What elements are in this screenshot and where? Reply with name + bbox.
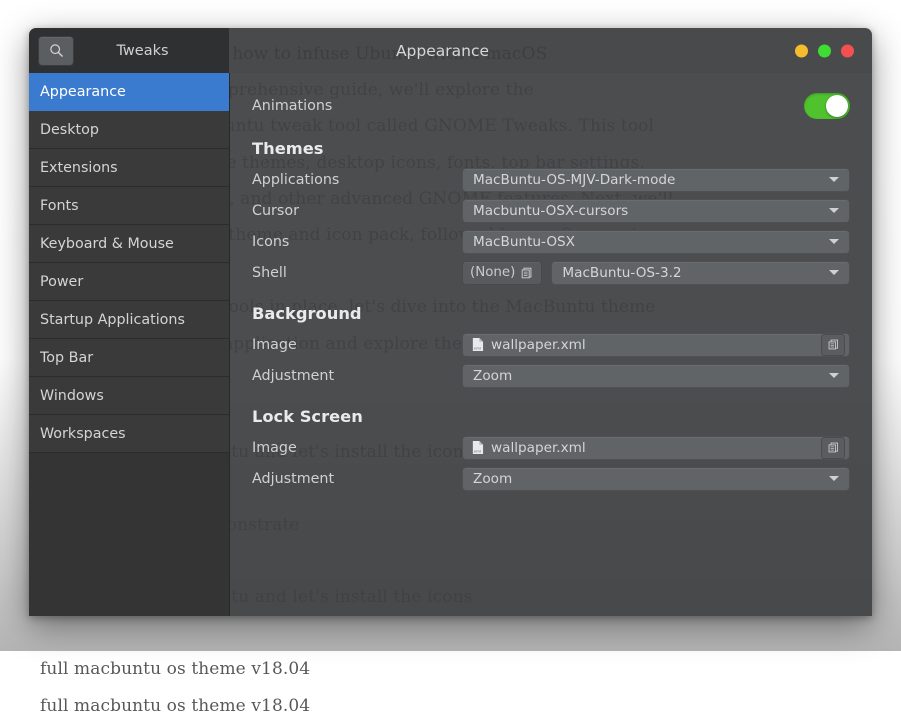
sidebar-item-top-bar[interactable]: Top Bar: [29, 339, 229, 377]
documents-icon: [827, 338, 840, 351]
row-animations: Animations: [252, 89, 850, 123]
documents-icon: [520, 266, 534, 280]
close-button[interactable]: [841, 44, 854, 57]
svg-text:xml: xml: [474, 449, 481, 454]
chevron-down-icon: [829, 270, 839, 275]
lockscreen-image-documents-button[interactable]: [821, 436, 845, 459]
sidebar-item-label: Extensions: [40, 159, 118, 176]
sidebar: Appearance Desktop Extensions Fonts Keyb…: [29, 73, 230, 616]
background-image-filechooser[interactable]: xml wallpaper.xml: [462, 332, 850, 357]
section-heading-lock-screen: Lock Screen: [252, 407, 363, 426]
background-image-label: Image: [252, 336, 297, 353]
chevron-down-icon: [829, 239, 839, 244]
xml-file-icon: xml: [471, 337, 484, 352]
sidebar-item-extensions[interactable]: Extensions: [29, 149, 229, 187]
cursor-theme-value: Macbuntu-OSX-cursors: [473, 202, 629, 219]
icons-label: Icons: [252, 233, 290, 250]
sidebar-item-windows[interactable]: Windows: [29, 377, 229, 415]
sidebar-item-label: Desktop: [40, 121, 99, 138]
lockscreen-image-label: Image: [252, 439, 297, 456]
sidebar-empty-area: [29, 453, 229, 616]
background-image-documents-button[interactable]: [821, 333, 845, 356]
applications-theme-value: MacBuntu-OS-MJV-Dark-mode: [473, 171, 676, 188]
xml-file-icon: xml: [471, 440, 484, 455]
lockscreen-adjustment-label: Adjustment: [252, 470, 335, 487]
sidebar-item-label: Appearance: [40, 83, 126, 100]
window-controls: [795, 44, 854, 57]
sidebar-item-label: Power: [40, 273, 84, 290]
sidebar-item-label: Startup Applications: [40, 311, 185, 328]
lockscreen-image-filechooser[interactable]: xml wallpaper.xml: [462, 435, 850, 460]
row-lockscreen-adjustment: Adjustment Zoom: [252, 463, 850, 494]
sidebar-item-keyboard-and-mouse[interactable]: Keyboard & Mouse: [29, 225, 229, 263]
maximize-button[interactable]: [818, 44, 831, 57]
settings-content: Animations Themes Applications MacBuntu-…: [230, 73, 872, 616]
shell-theme-value: MacBuntu-OS-3.2: [562, 264, 682, 281]
sidebar-item-label: Top Bar: [40, 349, 94, 366]
sidebar-title: Tweaks: [116, 42, 169, 59]
cursor-theme-dropdown[interactable]: Macbuntu-OSX-cursors: [462, 198, 850, 223]
cursor-label: Cursor: [252, 202, 299, 219]
sidebar-item-power[interactable]: Power: [29, 263, 229, 301]
lockscreen-image-value: wallpaper.xml: [491, 439, 586, 456]
sidebar-item-desktop[interactable]: Desktop: [29, 111, 229, 149]
sidebar-item-startup-applications[interactable]: Startup Applications: [29, 301, 229, 339]
row-lockscreen-image: Image xml wallpaper.xml: [252, 432, 850, 463]
shell-label: Shell: [252, 264, 287, 281]
sidebar-item-label: Keyboard & Mouse: [40, 235, 174, 252]
window-headerbar: Tweaks Appearance: [29, 28, 872, 73]
row-theme-applications: Applications MacBuntu-OS-MJV-Dark-mode: [252, 164, 850, 195]
minimize-button[interactable]: [795, 44, 808, 57]
sidebar-item-label: Fonts: [40, 197, 79, 214]
animations-label: Animations: [252, 98, 333, 114]
shell-theme-dropdown[interactable]: MacBuntu-OS-3.2: [551, 260, 850, 285]
sidebar-item-label: Workspaces: [40, 425, 126, 442]
sidebar-item-workspaces[interactable]: Workspaces: [29, 415, 229, 453]
headerbar-main-section: Appearance: [229, 28, 872, 73]
chevron-down-icon: [829, 177, 839, 182]
row-background-adjustment: Adjustment Zoom: [252, 360, 850, 391]
tweaks-window: Tweaks Appearance Appearance Desktop Ext…: [29, 28, 872, 616]
background-adjustment-value: Zoom: [473, 367, 513, 384]
shell-none-button[interactable]: (None): [462, 260, 543, 285]
shell-none-label: (None): [470, 265, 516, 280]
background-image-value: wallpaper.xml: [491, 336, 586, 353]
chevron-down-icon: [829, 373, 839, 378]
background-adjustment-label: Adjustment: [252, 367, 335, 384]
sidebar-item-label: Windows: [40, 387, 104, 404]
toggle-knob: [826, 95, 848, 117]
applications-label: Applications: [252, 171, 340, 188]
row-theme-icons: Icons MacBuntu-OSX: [252, 226, 850, 257]
applications-theme-dropdown[interactable]: MacBuntu-OS-MJV-Dark-mode: [462, 167, 850, 192]
search-button[interactable]: [38, 35, 74, 66]
icons-theme-value: MacBuntu-OSX: [473, 233, 575, 250]
chevron-down-icon: [829, 476, 839, 481]
icons-theme-dropdown[interactable]: MacBuntu-OSX: [462, 229, 850, 254]
window-body: Appearance Desktop Extensions Fonts Keyb…: [29, 73, 872, 616]
search-icon: [49, 43, 64, 58]
sidebar-item-appearance[interactable]: Appearance: [29, 73, 229, 111]
background-adjustment-dropdown[interactable]: Zoom: [462, 363, 850, 388]
section-heading-background: Background: [252, 304, 362, 323]
lockscreen-adjustment-dropdown[interactable]: Zoom: [462, 466, 850, 491]
section-heading-themes: Themes: [252, 139, 324, 158]
row-theme-cursor: Cursor Macbuntu-OSX-cursors: [252, 195, 850, 226]
svg-text:xml: xml: [474, 346, 481, 351]
row-background-image: Image xml wallpaper.xml: [252, 329, 850, 360]
sidebar-item-fonts[interactable]: Fonts: [29, 187, 229, 225]
row-theme-shell: Shell (None) MacBuntu-OS-3.2: [252, 257, 850, 288]
documents-icon: [827, 441, 840, 454]
headerbar-sidebar-section: Tweaks: [29, 28, 229, 73]
chevron-down-icon: [829, 208, 839, 213]
animations-toggle[interactable]: [804, 93, 850, 119]
lockscreen-adjustment-value: Zoom: [473, 470, 513, 487]
